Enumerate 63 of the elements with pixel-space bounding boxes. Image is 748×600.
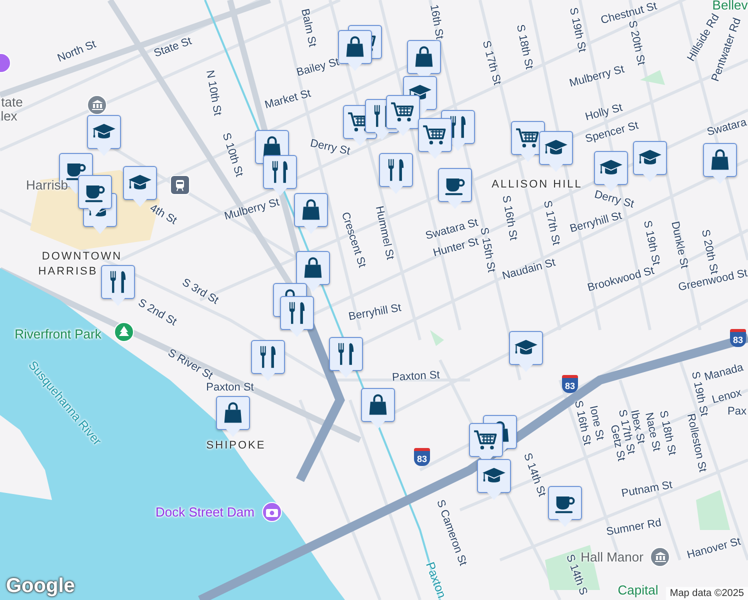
map-attribution[interactable]: Map data ©2025 [666,587,748,600]
street-label: S 2nd St [136,298,178,328]
street-label: Swatara [706,117,748,139]
street-label: S 20th St [626,20,646,66]
street-label: Balm St [298,8,318,48]
park-label: Capital [618,584,658,596]
street-label: S 16th St [500,194,518,242]
street-label: Market St [264,88,312,112]
street-label: S River St [166,348,214,382]
street-label: S 19th St [640,220,662,266]
street-label: S 15th St [478,226,496,274]
street-label: Dunkle St [668,220,690,270]
building-icon [87,95,107,115]
street-label: N 10th St [204,69,222,117]
street-label: S 17th St [480,40,502,86]
street-label: Mulberry St [223,197,281,223]
train-icon [170,175,190,195]
highway-shield: 83 [562,375,578,393]
street-label: Sumner Rd [606,518,662,538]
street-label: Derry St [309,138,351,158]
street-label: S 18th St [514,24,534,70]
street-label: 16th St [428,4,444,40]
place-label: Hall Manor [580,550,644,564]
street-label: Paxton St [206,382,254,394]
highway-shield: 83 [730,329,746,347]
street-label: Lenox [711,388,743,406]
street-label: Derry St [593,189,635,211]
highway-shield: 83 [414,448,430,466]
street-label: 4th St [148,203,178,227]
street-label: Hanover St [686,536,742,562]
street-label: S 14th St [521,452,547,498]
street-label: Spencer St [584,120,640,146]
district-label: SHIPOKE [206,440,266,452]
street-label: North St [56,39,98,65]
street-label: Naudain St [501,258,557,282]
street-label: Manada [703,362,745,384]
street-label: Berryhill St [568,210,624,236]
street-label: Hummel St [372,205,396,261]
landmark-label: Dock Street Dam [156,506,254,518]
street-label: S 19th St [566,6,588,54]
place-label: lex [0,110,18,122]
district-label: DOWNTOWN [42,252,122,262]
place-label: Harrisb [26,178,68,192]
park-label: Bellev [712,0,748,12]
tree-icon [114,322,134,342]
place-label: tate [1,96,23,108]
street-label: Bailey St [296,57,340,79]
street-label: S 3rd St [180,277,220,307]
street-label: State St [152,36,194,60]
park-label: Riverfront Park [14,328,102,340]
street-label: Putnam St [620,480,674,500]
street-label: S 10th St [220,132,244,178]
district-label: ALLISON HILL [492,180,582,190]
street-label: S 17th St [540,200,562,246]
district-label: HARRISB [38,266,98,278]
street-label: Holly St [584,102,624,124]
street-label: Pax [728,406,746,418]
street-label: Mulberry St [568,64,626,90]
street-label: Paxton St [392,370,440,384]
building-icon [650,547,670,567]
water-label: Paxton [424,560,448,600]
street-label: Hunter St [432,236,480,260]
street-label: Berryhill St [348,302,402,324]
